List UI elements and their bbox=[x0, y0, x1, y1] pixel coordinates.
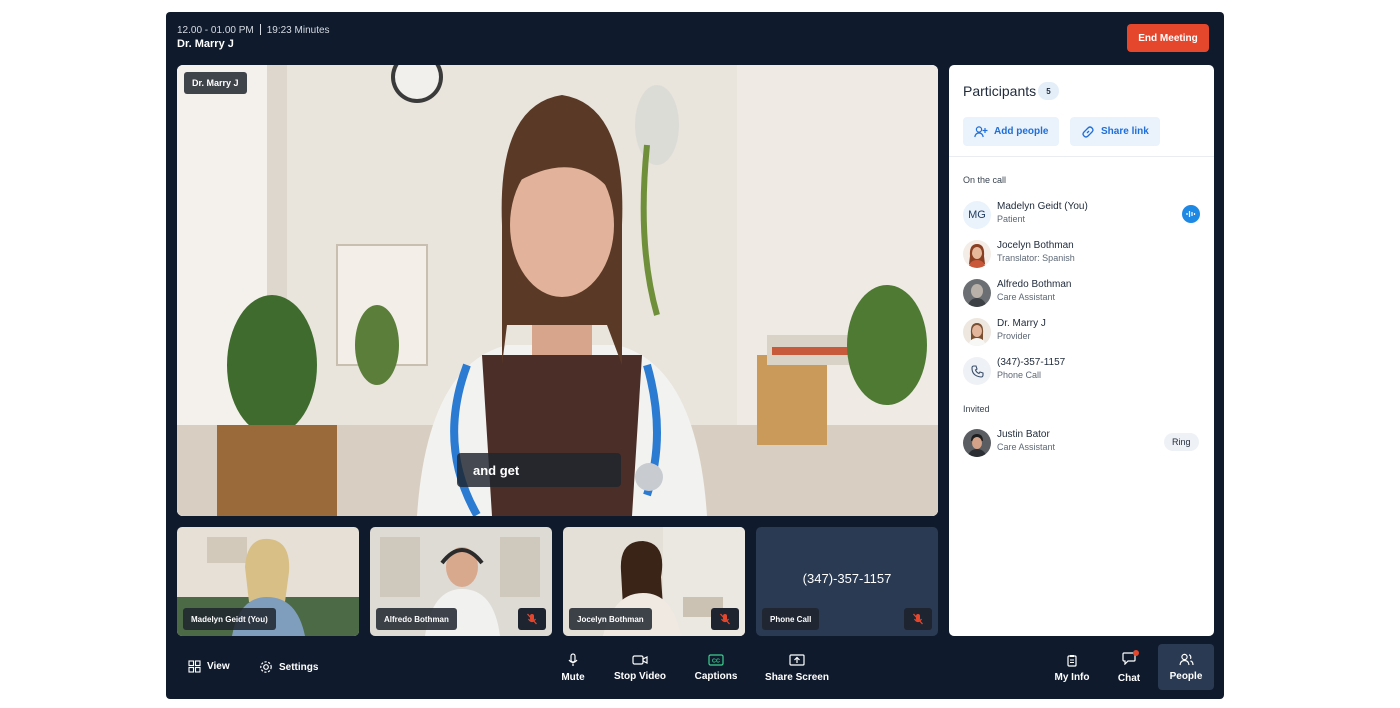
video-camera-icon bbox=[632, 655, 648, 665]
stop-video-label: Stop Video bbox=[613, 671, 667, 682]
mic-off-icon bbox=[518, 608, 546, 630]
invited-section-label: Invited bbox=[963, 404, 990, 414]
view-button[interactable]: View bbox=[188, 660, 230, 673]
participant-name: Madelyn Geidt (You) bbox=[997, 201, 1088, 212]
avatar bbox=[963, 240, 991, 268]
grid-icon bbox=[188, 660, 201, 673]
tile-name-tag: Phone Call bbox=[762, 608, 820, 630]
participant-role: Patient bbox=[997, 214, 1026, 224]
share-screen-icon bbox=[789, 653, 805, 666]
phone-icon bbox=[963, 357, 991, 385]
phone-call-tile[interactable]: (347)-357-1157 Phone Call bbox=[756, 527, 938, 636]
captions-button[interactable]: CC Captions bbox=[688, 648, 744, 688]
panel-divider bbox=[949, 156, 1214, 157]
ring-button[interactable]: Ring bbox=[1164, 433, 1199, 451]
mic-off-icon bbox=[904, 608, 932, 630]
meeting-time: 12.00 - 01.00 PM 19:23 Minutes bbox=[177, 24, 330, 36]
main-video-frame bbox=[177, 65, 938, 516]
avatar bbox=[963, 318, 991, 346]
participant-name: (347)-357-1157 bbox=[997, 357, 1066, 368]
people-icon bbox=[1178, 653, 1194, 665]
avatar bbox=[963, 429, 991, 457]
settings-label: Settings bbox=[279, 661, 319, 673]
participant-tile[interactable]: Madelyn Geidt (You) bbox=[177, 527, 359, 636]
chat-label: Chat bbox=[1117, 673, 1141, 684]
chat-button[interactable]: Chat bbox=[1110, 648, 1148, 688]
participant-name: Jocelyn Bothman bbox=[997, 240, 1074, 251]
my-info-button[interactable]: My Info bbox=[1050, 648, 1094, 688]
participant-name: Dr. Marry J bbox=[997, 318, 1046, 329]
participant-row[interactable]: Dr. Marry J Provider bbox=[963, 316, 1203, 348]
people-button[interactable]: People bbox=[1158, 644, 1214, 690]
participant-role: Provider bbox=[997, 331, 1031, 341]
time-range: 12.00 - 01.00 PM bbox=[177, 25, 254, 36]
participant-row[interactable]: Alfredo Bothman Care Assistant bbox=[963, 277, 1203, 309]
clipboard-icon bbox=[1067, 654, 1077, 667]
share-screen-button[interactable]: Share Screen bbox=[760, 648, 834, 688]
mic-off-icon bbox=[711, 608, 739, 630]
participant-count-badge: 5 bbox=[1038, 82, 1059, 100]
invited-row[interactable]: Justin Bator Care Assistant Ring bbox=[963, 427, 1203, 459]
microphone-icon bbox=[568, 653, 578, 666]
my-info-label: My Info bbox=[1054, 671, 1090, 683]
share-link-button[interactable]: Share link bbox=[1070, 117, 1160, 146]
gear-icon bbox=[260, 661, 272, 673]
meeting-duration: 19:23 Minutes bbox=[266, 25, 330, 36]
avatar bbox=[963, 279, 991, 307]
participant-name: Alfredo Bothman bbox=[997, 279, 1072, 290]
mute-button[interactable]: Mute bbox=[552, 648, 594, 688]
on-call-section-label: On the call bbox=[963, 175, 1007, 185]
unread-dot-icon bbox=[1133, 650, 1139, 656]
share-link-label: Share link bbox=[1101, 126, 1149, 137]
add-person-icon bbox=[974, 125, 988, 137]
panel-title: Participants bbox=[963, 83, 1037, 99]
tile-name-tag: Madelyn Geidt (You) bbox=[183, 608, 276, 630]
participant-tile[interactable]: Alfredo Bothman bbox=[370, 527, 552, 636]
mute-label: Mute bbox=[561, 672, 585, 683]
phone-call-number: (347)-357-1157 bbox=[802, 571, 892, 586]
participant-row[interactable]: MG Madelyn Geidt (You) Patient bbox=[963, 199, 1203, 231]
tile-name-tag: Alfredo Bothman bbox=[376, 608, 457, 630]
people-label: People bbox=[1169, 670, 1203, 682]
share-screen-label: Share Screen bbox=[765, 671, 829, 683]
main-video[interactable]: Dr. Marry J and get bbox=[177, 65, 938, 516]
avatar: MG bbox=[963, 201, 991, 229]
link-icon bbox=[1082, 125, 1094, 138]
participants-panel: Participants 5 Add people Share link On … bbox=[949, 65, 1214, 636]
tile-name-tag: Jocelyn Bothman bbox=[569, 608, 652, 630]
captions-label: Captions bbox=[694, 671, 738, 682]
speaking-indicator-icon bbox=[1182, 205, 1200, 223]
host-name: Dr. Marry J bbox=[177, 38, 234, 50]
meeting-window: 12.00 - 01.00 PM 19:23 Minutes Dr. Marry … bbox=[166, 12, 1224, 699]
participant-row[interactable]: (347)-357-1157 Phone Call bbox=[963, 355, 1203, 387]
stop-video-button[interactable]: Stop Video bbox=[608, 648, 672, 688]
participant-tile[interactable]: Jocelyn Bothman bbox=[563, 527, 745, 636]
add-people-button[interactable]: Add people bbox=[963, 117, 1060, 146]
participant-name: Justin Bator bbox=[997, 429, 1050, 440]
participant-row[interactable]: Jocelyn Bothman Translator: Spanish bbox=[963, 238, 1203, 270]
participant-role: Care Assistant bbox=[997, 442, 1056, 452]
add-people-label: Add people bbox=[994, 126, 1049, 137]
view-label: View bbox=[207, 661, 230, 672]
end-meeting-button[interactable]: End Meeting bbox=[1127, 24, 1209, 52]
speaker-name-tag: Dr. Marry J bbox=[184, 72, 247, 94]
closed-captions-icon: CC bbox=[708, 654, 724, 666]
settings-button[interactable]: Settings bbox=[259, 660, 318, 674]
svg-text:CC: CC bbox=[712, 659, 720, 665]
participant-role: Care Assistant bbox=[997, 292, 1056, 302]
participant-role: Phone Call bbox=[997, 370, 1042, 380]
live-caption: and get bbox=[457, 453, 621, 487]
participant-role: Translator: Spanish bbox=[997, 253, 1075, 263]
